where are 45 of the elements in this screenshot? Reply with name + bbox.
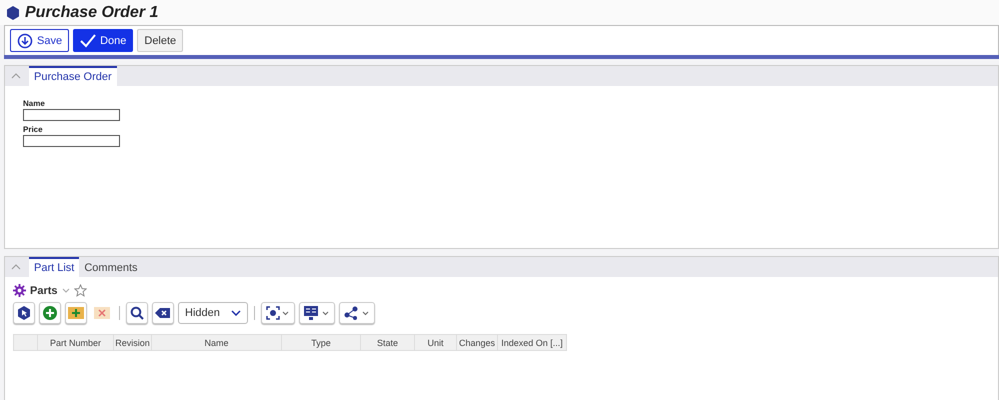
view-button[interactable]	[261, 302, 295, 324]
input-field[interactable]	[23, 135, 120, 147]
share-icon	[344, 306, 370, 320]
caret-icon	[231, 310, 241, 316]
delete-button[interactable]: Delete	[137, 29, 184, 52]
tab[interactable]: Part List	[29, 257, 80, 277]
download-icon	[17, 32, 33, 48]
layout-button[interactable]	[299, 302, 335, 324]
hexagon-icon	[6, 6, 20, 20]
window-title: Purchase Order 1	[25, 4, 158, 22]
column-header[interactable]: Revision	[114, 334, 152, 351]
monitor-icon	[304, 306, 330, 320]
column-header[interactable]: Changes	[457, 334, 498, 351]
check-icon	[80, 34, 96, 48]
save-button[interactable]: Save	[10, 29, 70, 52]
star-icon[interactable]	[74, 284, 87, 297]
column-header[interactable]: Type	[282, 334, 361, 351]
column-header[interactable]: Part Number	[38, 334, 114, 351]
focus-icon	[266, 306, 290, 320]
field-label: Price	[23, 125, 44, 134]
input-field[interactable]	[23, 109, 120, 121]
select-value: Hidden	[185, 307, 220, 319]
tab[interactable]: Purchase Order	[29, 66, 117, 86]
remove-row-icon	[94, 307, 110, 319]
insert-button[interactable]	[65, 302, 87, 324]
view-select[interactable]: Hidden	[178, 302, 248, 324]
backspace-icon	[155, 307, 171, 319]
column-header[interactable]: Indexed On [...]	[498, 334, 567, 351]
search-button[interactable]	[126, 302, 148, 324]
tab[interactable]: Comments	[79, 257, 143, 277]
insert-row-icon	[68, 307, 84, 319]
share-button[interactable]	[339, 302, 375, 324]
column-header[interactable]: State	[361, 334, 415, 351]
clear-button[interactable]	[152, 302, 174, 324]
search-icon	[130, 306, 144, 320]
field-label: Name	[23, 99, 46, 108]
done-button[interactable]: Done	[73, 29, 134, 52]
cursor-icon	[17, 306, 31, 320]
column-header[interactable]: Name	[152, 334, 282, 351]
pick-button[interactable]	[13, 302, 35, 324]
add-button[interactable]	[39, 302, 61, 324]
grid-title: Parts	[30, 284, 58, 296]
plus-icon	[43, 306, 57, 320]
column-header[interactable]: Unit	[415, 334, 457, 351]
gear-icon	[13, 284, 26, 297]
